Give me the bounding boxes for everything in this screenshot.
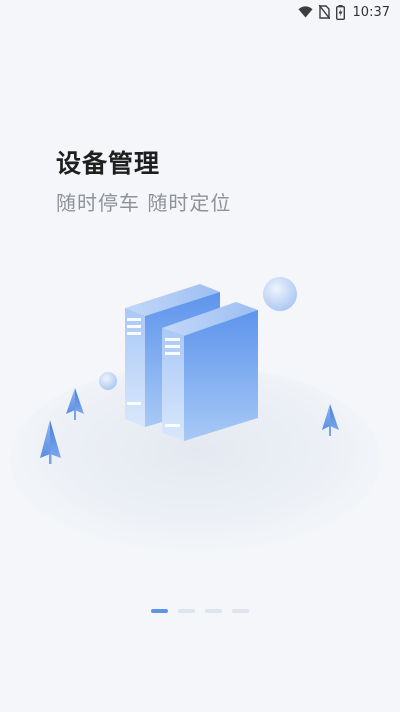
page-dot-3[interactable]	[205, 609, 222, 613]
onboarding-subtitle: 随时停车 随时定位	[56, 191, 232, 215]
status-time: 10:37	[352, 4, 390, 20]
sphere-small	[99, 372, 117, 390]
status-bar: 10:37	[0, 0, 400, 24]
page-indicator	[0, 609, 400, 613]
page-dot-2[interactable]	[178, 609, 195, 613]
page-dot-4[interactable]	[232, 609, 249, 613]
battery-charging-icon	[335, 4, 345, 20]
wifi-icon	[298, 6, 313, 18]
sphere-large	[263, 277, 297, 311]
onboarding-title: 设备管理	[56, 149, 161, 178]
server-rack-illustration	[10, 277, 380, 555]
page-dot-1[interactable]	[151, 609, 168, 613]
no-sim-icon	[318, 5, 330, 19]
